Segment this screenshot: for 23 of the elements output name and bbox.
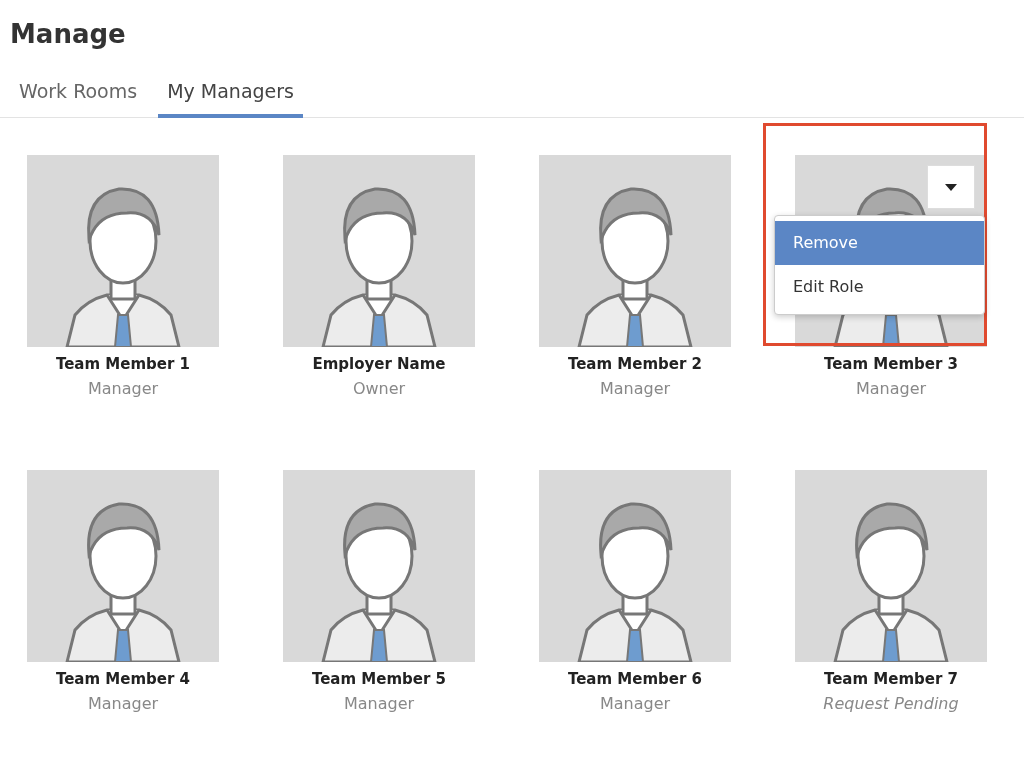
member-name: Team Member 2 bbox=[567, 355, 703, 373]
tab[interactable]: My Managers bbox=[158, 76, 303, 118]
member-role: Request Pending bbox=[823, 694, 959, 713]
caret-icon bbox=[945, 183, 957, 191]
member-name: Team Member 1 bbox=[55, 355, 191, 373]
member-name: Team Member 4 bbox=[55, 670, 191, 688]
member-name: Team Member 5 bbox=[311, 670, 447, 688]
member-name: Employer Name bbox=[312, 355, 446, 373]
member-name: Team Member 7 bbox=[823, 670, 959, 688]
member-role: Owner bbox=[352, 379, 406, 398]
member-name: Team Member 3 bbox=[823, 355, 959, 373]
menu-item[interactable]: Edit Role bbox=[775, 265, 984, 309]
member-role: Manager bbox=[87, 694, 159, 713]
dropdown-button[interactable] bbox=[927, 165, 975, 209]
member-role: Manager bbox=[599, 694, 671, 713]
tab[interactable]: Work Rooms bbox=[10, 76, 147, 118]
menu-item[interactable]: Remove bbox=[775, 221, 984, 265]
member-role: Manager bbox=[343, 694, 415, 713]
member-role: Manager bbox=[855, 379, 927, 398]
member-name: Team Member 6 bbox=[567, 670, 703, 688]
member-role: Manager bbox=[599, 379, 671, 398]
member-role: Manager bbox=[87, 379, 159, 398]
page-title: Manage bbox=[9, 18, 127, 51]
